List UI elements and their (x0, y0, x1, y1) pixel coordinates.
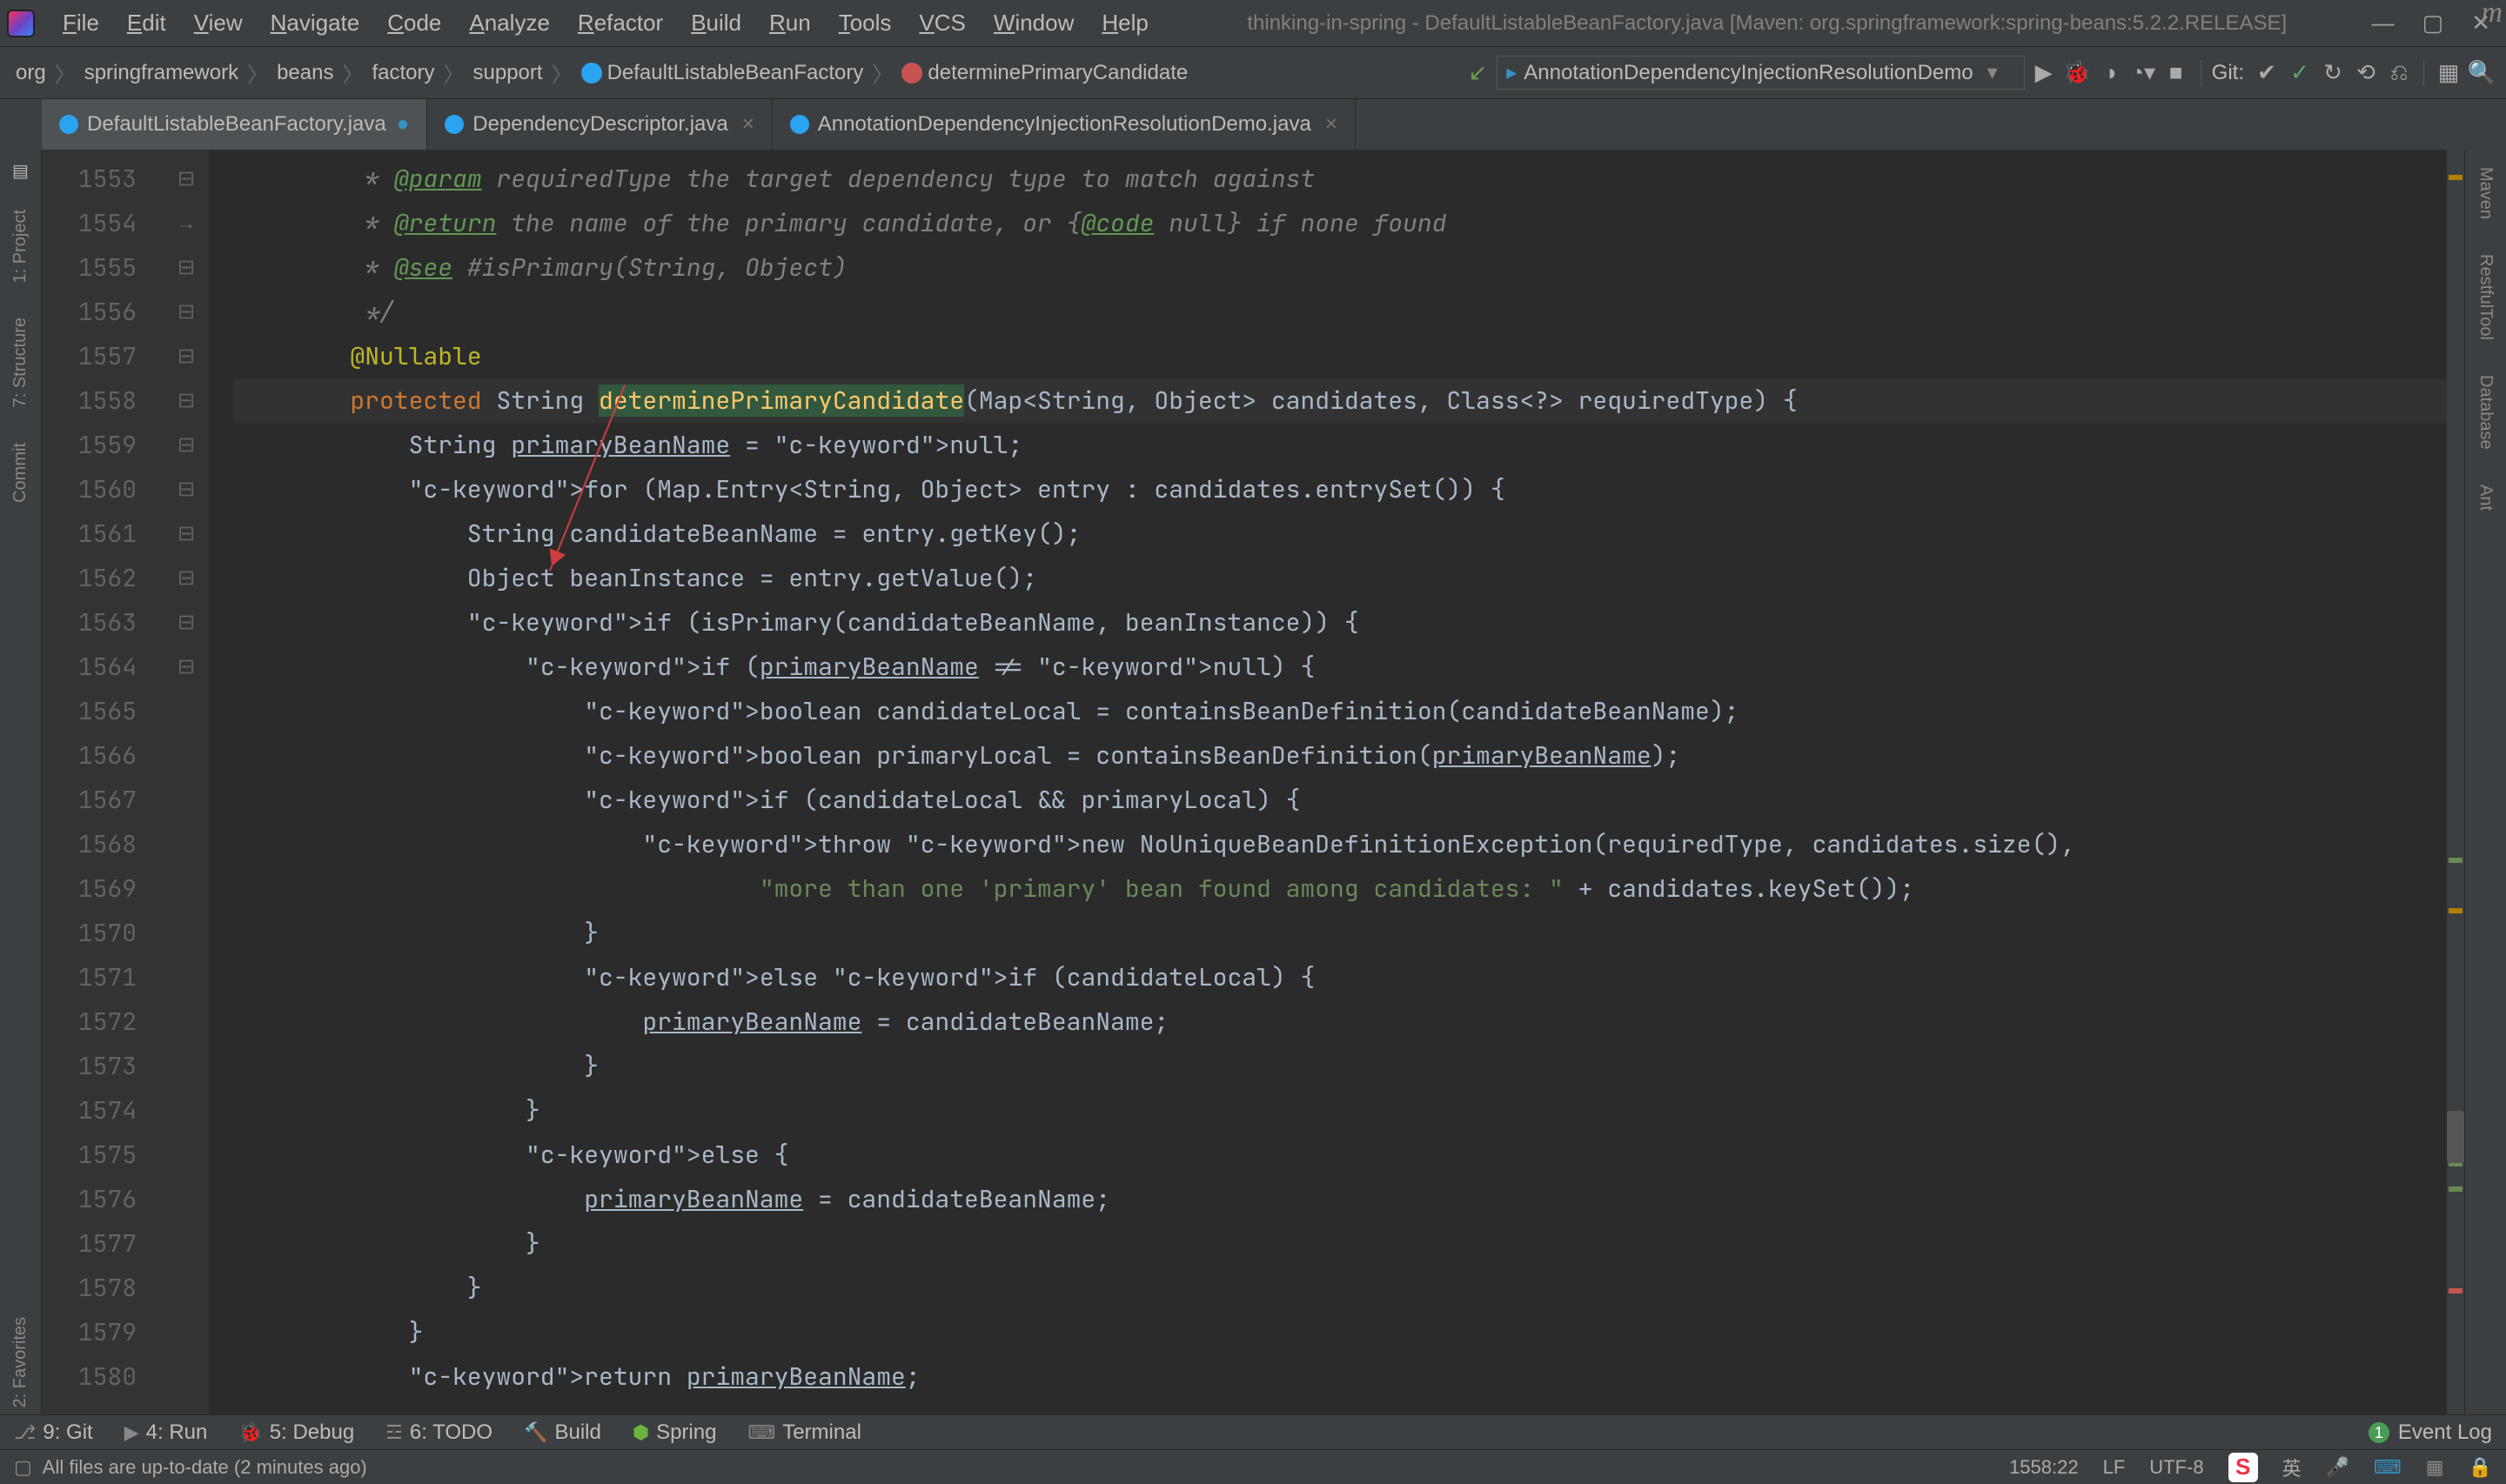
side-maven[interactable]: Maven (2474, 160, 2497, 226)
search-icon[interactable]: 🔍 (2468, 59, 2496, 87)
stop-icon[interactable]: ■ (2162, 59, 2190, 87)
encoding[interactable]: UTF-8 (2149, 1456, 2203, 1479)
side-favorites[interactable]: 2: Favorites (9, 1310, 32, 1414)
tray-kb-icon[interactable]: ⌨ (2374, 1456, 2402, 1479)
code-area[interactable]: * @param requiredType the target depende… (209, 150, 2464, 1414)
menu-items: FileEditViewNavigateCodeAnalyzeRefactorB… (49, 6, 1163, 40)
menu-refactor[interactable]: Refactor (564, 6, 677, 40)
tw-run[interactable]: ▶4: Run (124, 1420, 208, 1445)
crumb-org[interactable]: org (10, 59, 51, 87)
profile-icon[interactable]: ◔▾ (2129, 59, 2157, 87)
menu-navigate[interactable]: Navigate (257, 6, 374, 40)
menu-help[interactable]: Help (1088, 6, 1162, 40)
event-badge: 1 (2369, 1422, 2389, 1443)
side-database[interactable]: Database (2474, 368, 2497, 457)
line-numbers: 1553155415551556155715581559156015611562… (42, 150, 164, 1414)
breadcrumb: org〉springframework〉beans〉factory〉suppor… (10, 57, 1193, 88)
git-history-icon[interactable]: ⟲ (2352, 59, 2380, 87)
side-structure[interactable]: 7: Structure (9, 311, 32, 414)
menu-code[interactable]: Code (373, 6, 455, 40)
left-tool-strip: ▤ 1: Project 7: Structure Commit 2: Favo… (0, 150, 42, 1414)
tray-lock-icon[interactable]: 🔒 (2469, 1456, 2492, 1479)
menu-build[interactable]: Build (677, 6, 755, 40)
git-update-icon[interactable]: ↻ (2319, 59, 2347, 87)
tray-mic-icon[interactable]: 🎤 (2326, 1456, 2349, 1479)
scroll-thumb[interactable] (2447, 1111, 2464, 1163)
crumb-springframework[interactable]: springframework (79, 59, 244, 87)
editor[interactable]: 1553155415551556155715581559156015611562… (42, 150, 2464, 1414)
structure-icon[interactable]: ▦ (2435, 59, 2462, 87)
class-icon (790, 115, 809, 134)
bottom-tool-bar: ⎇9: Git ▶4: Run 🐞5: Debug ☲6: TODO 🔨Buil… (0, 1414, 2506, 1449)
crumb-beans[interactable]: beans (271, 59, 338, 87)
crumb-factory[interactable]: factory (366, 59, 439, 87)
minimize-icon[interactable]: — (2372, 10, 2395, 37)
git-push-icon[interactable]: ✓ (2286, 59, 2314, 87)
ime-indicator-icon[interactable]: S (2228, 1453, 2258, 1482)
tw-git[interactable]: ⎇9: Git (14, 1420, 93, 1445)
app-logo-icon (7, 10, 35, 37)
coverage-icon[interactable]: ◑ (2096, 59, 2124, 87)
class-icon (59, 115, 78, 134)
caret-pos: 1558:22 (2009, 1456, 2079, 1479)
close-icon[interactable]: × (1325, 112, 1337, 137)
status-bar: ▢ All files are up-to-date (2 minutes ag… (0, 1449, 2506, 1484)
git-revert-icon[interactable]: ⎌ (2385, 59, 2413, 87)
menu-analyze[interactable]: Analyze (455, 6, 564, 40)
crumb-determineprimarycandidate[interactable]: determinePrimaryCandidate (896, 59, 1193, 87)
editor-tabbar: DefaultListableBeanFactory.java●Dependen… (0, 99, 2506, 150)
menu-window[interactable]: Window (980, 6, 1088, 40)
tw-debug[interactable]: 🐞5: Debug (238, 1420, 354, 1445)
tw-build[interactable]: 🔨Build (524, 1420, 601, 1445)
maven-m-icon: m (2481, 0, 2503, 30)
menu-view[interactable]: View (180, 6, 257, 40)
git-label: Git: (2212, 61, 2244, 85)
side-commit[interactable]: Commit (9, 436, 32, 510)
window-controls: — ▢ ✕ (2372, 10, 2499, 37)
tab-annotationdependencyinjectionresolutiondemo-java[interactable]: AnnotationDependencyInjectionResolutionD… (773, 99, 1356, 150)
status-disk-icon: ▢ (14, 1456, 32, 1479)
side-restful[interactable]: RestfulTool (2474, 247, 2497, 347)
status-message: All files are up-to-date (2 minutes ago) (43, 1456, 367, 1479)
debug-icon[interactable]: 🐞 (2063, 59, 2091, 87)
class-icon (445, 115, 464, 134)
git-commit-icon[interactable]: ✔ (2253, 59, 2281, 87)
crumb-defaultlistablebeanfactory[interactable]: DefaultListableBeanFactory (576, 59, 869, 87)
menu-file[interactable]: File (49, 6, 113, 40)
event-log-button[interactable]: Event Log (2398, 1420, 2492, 1445)
tw-spring[interactable]: ⬢Spring (633, 1420, 717, 1445)
tab-dependencydescriptor-java[interactable]: DependencyDescriptor.java× (427, 99, 773, 150)
scroll-track[interactable] (2447, 150, 2464, 1414)
tw-todo[interactable]: ☲6: TODO (385, 1420, 492, 1445)
navigation-bar: org〉springframework〉beans〉factory〉suppor… (0, 47, 2506, 99)
menu-edit[interactable]: Edit (113, 6, 180, 40)
window-title: thinking-in-spring - DefaultListableBean… (1163, 11, 2372, 36)
right-tool-strip: Maven RestfulTool Database Ant (2464, 150, 2506, 1414)
menu-bar: FileEditViewNavigateCodeAnalyzeRefactorB… (0, 0, 2506, 47)
tab-defaultlistablebeanfactory-java[interactable]: DefaultListableBeanFactory.java● (42, 99, 427, 150)
menu-vcs[interactable]: VCS (905, 6, 979, 40)
nav-back-icon[interactable]: ↙ (1464, 59, 1491, 87)
run-icon[interactable]: ▶ (2030, 59, 2058, 87)
menu-run[interactable]: Run (755, 6, 825, 40)
menu-tools[interactable]: Tools (825, 6, 906, 40)
run-config-label: AnnotationDependencyInjectionResolutionD… (1524, 61, 1973, 85)
project-side-icon[interactable]: ▤ (12, 160, 29, 182)
line-sep[interactable]: LF (2103, 1456, 2126, 1479)
tray-grid-icon[interactable]: ▦ (2426, 1456, 2444, 1479)
ime-lang[interactable]: 英 (2282, 1454, 2302, 1481)
crumb-support[interactable]: support (468, 59, 548, 87)
side-ant[interactable]: Ant (2474, 478, 2497, 518)
close-icon[interactable]: × (742, 112, 754, 137)
run-config-combo[interactable]: ▸ AnnotationDependencyInjectionResolutio… (1497, 56, 2024, 90)
side-project[interactable]: 1: Project (9, 203, 32, 290)
tw-terminal[interactable]: ⌨Terminal (747, 1420, 861, 1445)
main-area: ▤ 1: Project 7: Structure Commit 2: Favo… (0, 150, 2506, 1414)
gutter-marks: ⊟→⊟⊟⊟⊟⊟⊟⊟⊟⊟⊟ (164, 150, 209, 1414)
maximize-icon[interactable]: ▢ (2422, 10, 2444, 37)
